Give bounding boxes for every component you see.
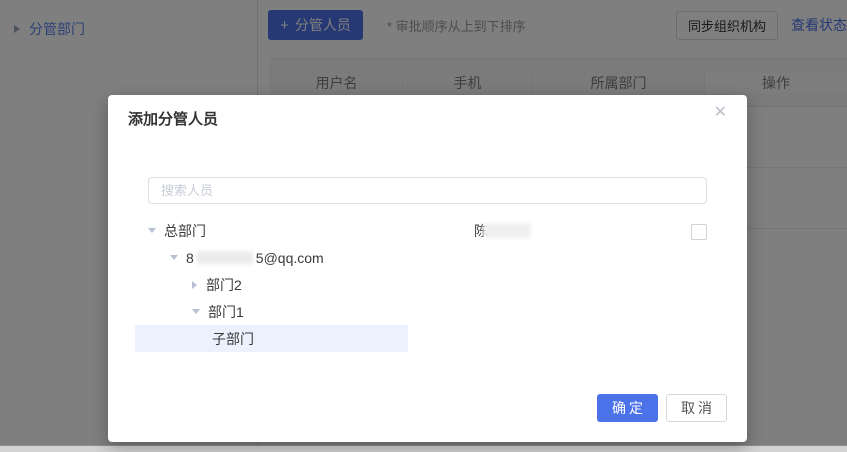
tree-node-dept1[interactable]: 部门1 bbox=[135, 298, 408, 325]
person-row[interactable]: 陈 bbox=[474, 217, 707, 244]
chevron-down-icon bbox=[192, 309, 200, 314]
search-input[interactable] bbox=[148, 177, 707, 204]
tree-node-label: 部门1 bbox=[208, 302, 244, 322]
window-bottom-edge bbox=[0, 445, 847, 452]
redacted-text bbox=[483, 223, 531, 238]
chevron-down-icon bbox=[148, 228, 156, 233]
confirm-button[interactable]: 确定 bbox=[597, 394, 658, 422]
chevron-right-icon bbox=[192, 281, 197, 289]
cancel-button[interactable]: 取消 bbox=[666, 394, 727, 422]
person-checkbox[interactable] bbox=[691, 224, 707, 240]
tree-node-label: 部门2 bbox=[206, 275, 242, 295]
chevron-down-icon bbox=[170, 255, 178, 260]
tree-node-label-prefix: 8 bbox=[186, 250, 194, 266]
tree-node-label: 子部门 bbox=[212, 329, 254, 349]
person-name: 陈 bbox=[474, 221, 531, 241]
screen: 分管部门 + 分管人员 * 审批顺序从上到下排序 同步组织机构 查看状态 用户名… bbox=[0, 0, 847, 452]
dialog-title: 添加分管人员 bbox=[128, 108, 218, 129]
close-icon[interactable]: ✕ bbox=[714, 105, 727, 121]
tree-node-dept2[interactable]: 部门2 bbox=[135, 271, 408, 298]
dialog-footer: 确定 取消 bbox=[597, 394, 727, 422]
tree-node-label-suffix: 5@qq.com bbox=[256, 250, 324, 266]
add-person-dialog: 添加分管人员 ✕ 总部门 8 5@qq.com 部门2 bbox=[108, 95, 747, 442]
person-list: 陈 bbox=[474, 217, 707, 244]
tree-node-root[interactable]: 总部门 bbox=[135, 217, 408, 244]
redacted-text bbox=[197, 251, 253, 264]
tree-node-email[interactable]: 8 5@qq.com bbox=[135, 244, 408, 271]
dialog-content: 总部门 8 5@qq.com 部门2 部门1 子部门 bbox=[135, 217, 707, 352]
tree-node-subdept[interactable]: 子部门 bbox=[135, 325, 408, 352]
tree-node-label: 总部门 bbox=[164, 221, 206, 241]
department-tree: 总部门 8 5@qq.com 部门2 部门1 子部门 bbox=[135, 217, 408, 352]
